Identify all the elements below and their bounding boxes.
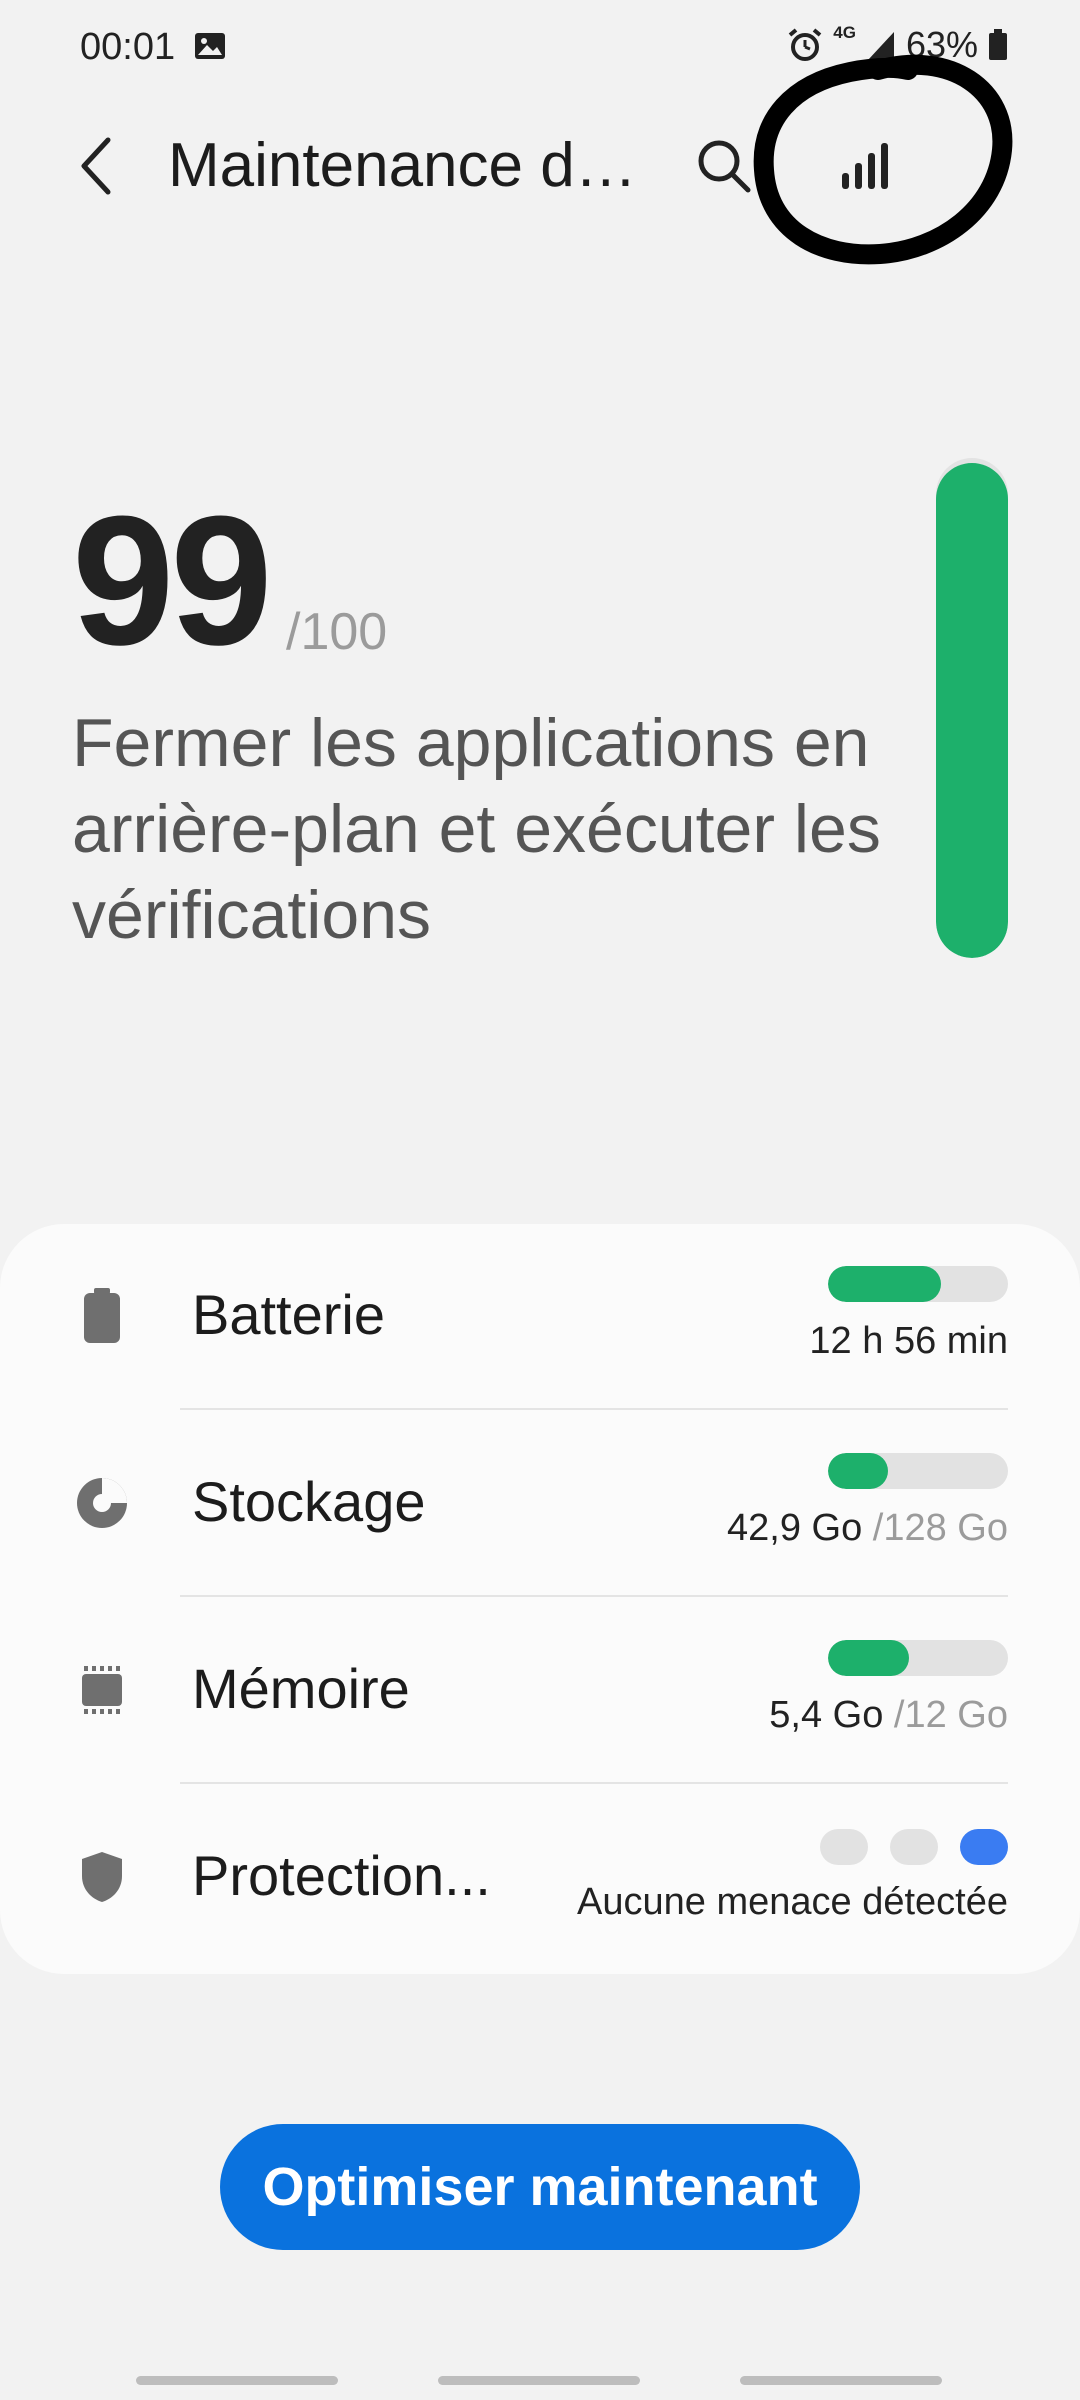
bar-chart-icon: [842, 143, 888, 189]
memory-total: /12 Go: [893, 1694, 1008, 1736]
memory-row[interactable]: Mémoire 5,4 Go /12 Go: [0, 1598, 1080, 1784]
shield-icon: [72, 1847, 132, 1907]
storage-used: 42,9 Go: [727, 1507, 873, 1549]
storage-level-bar: [828, 1453, 1008, 1489]
navigation-bar: [0, 2360, 1080, 2400]
protection-level-dot: [960, 1829, 1008, 1865]
chevron-left-icon: [81, 137, 111, 195]
search-button[interactable]: [686, 128, 762, 204]
storage-row[interactable]: Stockage 42,9 Go /128 Go: [0, 1411, 1080, 1597]
protection-level-dot: [820, 1829, 868, 1865]
divider: [180, 1782, 1008, 1784]
stats-button[interactable]: [826, 128, 902, 204]
storage-value: 42,9 Go /128 Go: [727, 1507, 1008, 1550]
status-bar: 00:01 4G 63%: [0, 0, 1080, 100]
page-title: Maintenance de...: [168, 131, 658, 200]
battery-status-icon: [989, 29, 1007, 60]
signal-icon: [867, 32, 894, 60]
battery-percent: 63%: [905, 24, 978, 65]
status-time: 00:01: [80, 26, 176, 68]
status-indicators: 4G 63%: [787, 23, 1008, 66]
battery-level-bar: [828, 1266, 1008, 1302]
protection-row[interactable]: Protection... Aucune menace détectée: [0, 1785, 1080, 1971]
protection-value: Aucune menace détectée: [577, 1881, 1008, 1923]
battery-level-fill: [828, 1266, 942, 1302]
nav-back-handle[interactable]: [740, 2376, 942, 2385]
network-type-label: 4G: [833, 23, 856, 42]
search-icon: [698, 140, 751, 193]
memory-level-bar: [828, 1640, 1008, 1676]
battery-label: Batterie: [192, 1283, 385, 1346]
protection-level-dots: [820, 1829, 1008, 1865]
score-value: 99: [72, 477, 273, 683]
nav-home-handle[interactable]: [438, 2376, 640, 2385]
protection-label: Protection...: [192, 1844, 491, 1907]
score-bar-fill: [936, 463, 1008, 958]
storage-total: /128 Go: [872, 1507, 1008, 1549]
score-max: /100: [286, 603, 388, 661]
battery-value: 12 h 56 min: [809, 1320, 1008, 1363]
storage-label: Stockage: [192, 1470, 426, 1533]
protection-level-dot: [890, 1829, 938, 1865]
nav-recents-handle[interactable]: [136, 2376, 338, 2385]
battery-remaining: 12 h 56 min: [809, 1320, 1008, 1362]
battery-row[interactable]: Batterie 12 h 56 min: [0, 1224, 1080, 1410]
back-button[interactable]: [60, 130, 132, 202]
score: 99 /100: [72, 477, 387, 683]
optimize-now-button[interactable]: Optimiser maintenant: [220, 2124, 860, 2250]
memory-level-fill: [828, 1640, 909, 1676]
score-description: Fermer les applications en arrière-plan …: [72, 705, 881, 953]
divider: [180, 1408, 1008, 1410]
memory-label: Mémoire: [192, 1657, 410, 1720]
image-notification-icon: [195, 33, 225, 59]
divider: [180, 1595, 1008, 1597]
status-card: Batterie 12 h 56 min Stockage 42,9 Go /1…: [0, 1224, 1080, 1974]
alarm-icon: [788, 28, 822, 61]
storage-pie-icon: [72, 1473, 132, 1533]
memory-used: 5,4 Go: [769, 1694, 894, 1736]
app-bar: Maintenance de...: [0, 110, 1080, 222]
memory-chip-icon: [72, 1660, 132, 1720]
battery-icon: [72, 1286, 132, 1346]
memory-value: 5,4 Go /12 Go: [769, 1694, 1008, 1737]
storage-level-fill: [828, 1453, 889, 1489]
score-bar: [936, 458, 1008, 958]
